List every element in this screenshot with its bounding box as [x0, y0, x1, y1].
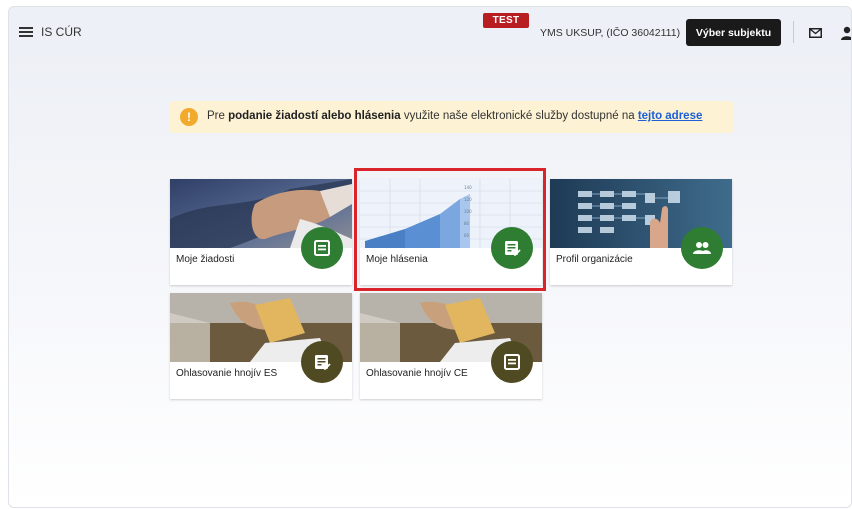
top-bar: IS CÚR TEST YMS UKSUP, (IČO 36042111) Vý…	[9, 7, 851, 53]
app-title: IS CÚR	[41, 25, 82, 39]
tile-moje-hlasenia[interactable]: 140 120 100 80 60 Moje hlásenia	[360, 179, 542, 285]
tile-badge	[301, 227, 343, 269]
tile-ohlasovanie-hnojiv-es[interactable]: Ohlasovanie hnojív ES	[170, 293, 352, 399]
info-notice: ! Pre podanie žiadostí alebo hlásenia vy…	[170, 101, 733, 133]
menu-icon[interactable]	[19, 27, 33, 37]
report-check-icon	[315, 355, 331, 371]
tile-label: Ohlasovanie hnojív ES	[176, 368, 278, 379]
tile-moje-ziadosti[interactable]: Moje žiadosti	[170, 179, 352, 285]
report-check-icon	[505, 241, 521, 257]
environment-badge: TEST	[483, 13, 529, 28]
notice-link[interactable]: tejto adrese	[638, 110, 703, 122]
tile-label: Profil organizácie	[556, 254, 633, 265]
tile-label: Moje žiadosti	[176, 254, 235, 265]
form-icon	[314, 240, 330, 256]
mail-icon[interactable]	[809, 28, 822, 38]
svg-text:60: 60	[464, 233, 470, 238]
tile-badge	[491, 227, 533, 269]
user-icon[interactable]	[841, 26, 852, 40]
app-window: IS CÚR TEST YMS UKSUP, (IČO 36042111) Vý…	[8, 6, 852, 508]
group-icon	[693, 242, 711, 254]
tile-badge	[491, 341, 533, 383]
select-subject-button[interactable]: Výber subjektu	[686, 19, 781, 46]
tile-profil-organizacie[interactable]: Profil organizácie	[550, 179, 732, 285]
info-icon: !	[180, 108, 198, 126]
svg-text:80: 80	[464, 221, 470, 226]
tile-label: Moje hlásenia	[366, 254, 428, 265]
notice-text: Pre podanie žiadostí alebo hlásenia využ…	[207, 110, 703, 122]
subject-name: YMS UKSUP, (IČO 36042111)	[540, 27, 681, 39]
svg-text:140: 140	[464, 185, 472, 190]
tile-badge	[681, 227, 723, 269]
form-icon	[504, 354, 520, 370]
tile-label: Ohlasovanie hnojív CE	[366, 368, 468, 379]
tile-ohlasovanie-hnojiv-ce[interactable]: Ohlasovanie hnojív CE	[360, 293, 542, 399]
divider	[793, 21, 794, 43]
svg-text:100: 100	[464, 209, 472, 214]
tile-badge	[301, 341, 343, 383]
svg-text:120: 120	[464, 197, 472, 202]
